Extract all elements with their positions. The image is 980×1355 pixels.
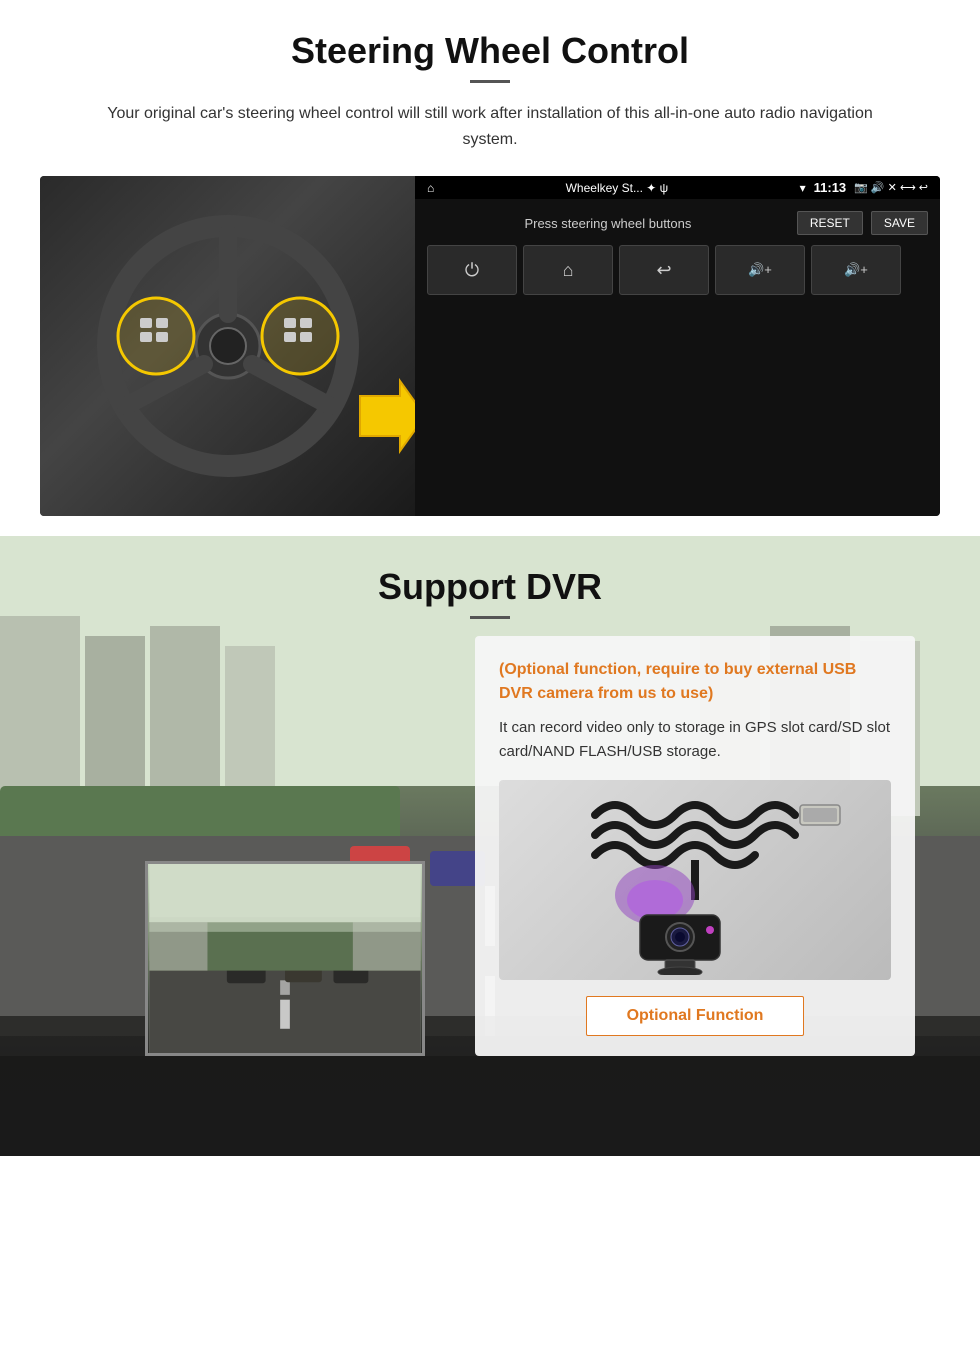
- dvr-info-card: (Optional function, require to buy exter…: [475, 636, 915, 1056]
- press-label: Press steering wheel buttons: [427, 216, 789, 231]
- wifi-icon: ▾: [800, 181, 806, 195]
- dvr-title-divider: [470, 616, 510, 619]
- arrow-icon: [350, 376, 415, 456]
- title-divider: [470, 80, 510, 83]
- dvr-title: Support DVR: [0, 536, 980, 608]
- steering-section: Steering Wheel Control Your original car…: [0, 0, 980, 536]
- reset-button[interactable]: RESET: [797, 211, 863, 235]
- optional-text: (Optional function, require to buy exter…: [499, 658, 891, 706]
- dvr-description: It can record video only to storage in G…: [499, 716, 891, 764]
- steering-header-row: Press steering wheel buttons RESET SAVE: [427, 211, 928, 235]
- status-icons: 📷 🔊 ✕ ⟷ ↩: [854, 181, 928, 194]
- android-ui: ⌂ Wheelkey St... ✦ ψ ▾ 11:13 📷 🔊 ✕ ⟷ ↩ P…: [415, 176, 940, 516]
- steer-back-btn[interactable]: ↩: [619, 245, 709, 295]
- home-icon: ⌂: [427, 181, 434, 195]
- dvr-camera-image: [499, 780, 891, 980]
- app-name: Wheelkey St... ✦ ψ: [442, 181, 791, 195]
- steer-power-btn[interactable]: ⏻: [427, 245, 517, 295]
- steer-vol-down-btn[interactable]: 🔊+: [715, 245, 805, 295]
- dvr-preview: [145, 861, 425, 1056]
- steering-photo: [40, 176, 415, 516]
- save-button[interactable]: SAVE: [871, 211, 928, 235]
- steering-description: Your original car's steering wheel contr…: [100, 101, 880, 152]
- dvr-section: Support DVR: [0, 536, 980, 1156]
- steering-title: Steering Wheel Control: [40, 30, 940, 72]
- optional-function-button[interactable]: Optional Function: [586, 996, 805, 1036]
- status-time: 11:13: [814, 180, 847, 195]
- android-content: Press steering wheel buttons RESET SAVE …: [415, 199, 940, 516]
- steering-buttons-grid: ⏻ ⌂ ↩ 🔊+ 🔊+: [427, 245, 928, 295]
- steering-image-wrapper: ⌂ Wheelkey St... ✦ ψ ▾ 11:13 📷 🔊 ✕ ⟷ ↩ P…: [40, 176, 940, 516]
- steer-home-btn[interactable]: ⌂: [523, 245, 613, 295]
- statusbar: ⌂ Wheelkey St... ✦ ψ ▾ 11:13 📷 🔊 ✕ ⟷ ↩: [415, 176, 940, 199]
- steering-wheel-icon: [88, 206, 368, 486]
- dvr-camera-svg: [535, 785, 855, 975]
- dvr-preview-inner: [148, 864, 422, 1053]
- dvr-preview-svg: [148, 864, 422, 1053]
- steer-vol-up-btn[interactable]: 🔊+: [811, 245, 901, 295]
